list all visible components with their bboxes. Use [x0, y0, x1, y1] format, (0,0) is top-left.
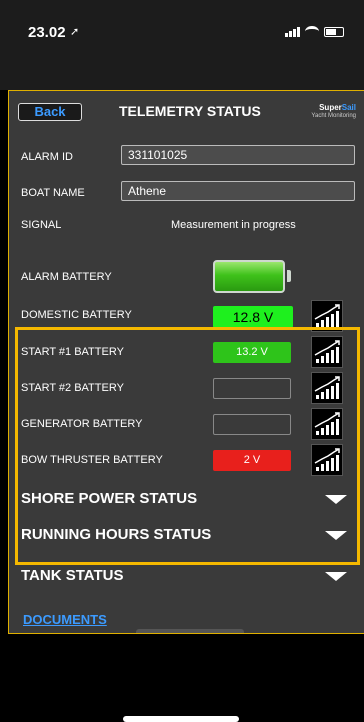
- shore-power-section[interactable]: SHORE POWER STATUS: [21, 486, 351, 512]
- ios-status-bar: 23.02 ➚: [0, 0, 364, 90]
- start2-battery-value: [213, 378, 291, 399]
- bottom-tab-handle: [136, 629, 244, 633]
- start1-battery-label: START #1 BATTERY: [21, 346, 124, 358]
- supersail-logo: SuperSail Yacht Monitoring: [311, 103, 356, 119]
- bow-thruster-battery-label: BOW THRUSTER BATTERY: [21, 454, 163, 466]
- app-header: Back TELEMETRY STATUS SuperSail Yacht Mo…: [9, 91, 364, 133]
- start1-battery-value: 13.2 V: [213, 342, 291, 363]
- generator-battery-label: GENERATOR BATTERY: [21, 418, 143, 430]
- triangle-down-icon: [325, 531, 347, 540]
- location-arrow-icon: ➚: [70, 26, 80, 38]
- running-hours-label: RUNNING HOURS STATUS: [21, 526, 212, 543]
- wifi-icon: [305, 26, 319, 37]
- app-frame: Back TELEMETRY STATUS SuperSail Yacht Mo…: [8, 90, 364, 634]
- alarm-id-label: ALARM ID: [21, 151, 73, 163]
- back-button[interactable]: Back: [18, 103, 82, 121]
- phone-battery-icon: [324, 27, 344, 37]
- start2-battery-label: START #2 BATTERY: [21, 382, 124, 394]
- status-time: 23.02: [28, 24, 66, 41]
- boat-name-label: BOAT NAME: [21, 187, 85, 199]
- start2-chart-icon[interactable]: [311, 372, 343, 404]
- generator-chart-icon[interactable]: [311, 408, 343, 440]
- domestic-battery-value: 12.8 V: [213, 306, 293, 328]
- running-hours-section[interactable]: RUNNING HOURS STATUS: [21, 522, 351, 548]
- alarm-id-field[interactable]: [121, 145, 355, 165]
- shore-power-label: SHORE POWER STATUS: [21, 490, 198, 507]
- tank-status-label: TANK STATUS: [21, 567, 124, 584]
- signal-label: SIGNAL: [21, 219, 62, 231]
- status-icons: [285, 26, 344, 37]
- triangle-down-icon: [325, 572, 347, 581]
- bow-thruster-battery-value: 2 V: [213, 450, 291, 471]
- generator-battery-value: [213, 414, 291, 435]
- domestic-battery-label: DOMESTIC BATTERY: [21, 309, 132, 321]
- boat-name-field[interactable]: [121, 181, 355, 201]
- start1-chart-icon[interactable]: [311, 336, 343, 368]
- triangle-down-icon: [325, 495, 347, 504]
- cellular-signal-icon: [285, 27, 300, 37]
- domestic-chart-icon[interactable]: [311, 300, 343, 332]
- documents-link[interactable]: DOCUMENTS: [23, 612, 107, 627]
- home-indicator[interactable]: [123, 716, 239, 722]
- battery-terminal: [287, 270, 291, 282]
- signal-value: Measurement in progress: [171, 219, 296, 231]
- bow-thruster-chart-icon[interactable]: [311, 444, 343, 476]
- page-title: TELEMETRY STATUS: [119, 103, 261, 119]
- tank-status-section[interactable]: TANK STATUS: [21, 563, 351, 589]
- alarm-battery-label: ALARM BATTERY: [21, 271, 112, 283]
- battery-full-icon: [213, 260, 285, 293]
